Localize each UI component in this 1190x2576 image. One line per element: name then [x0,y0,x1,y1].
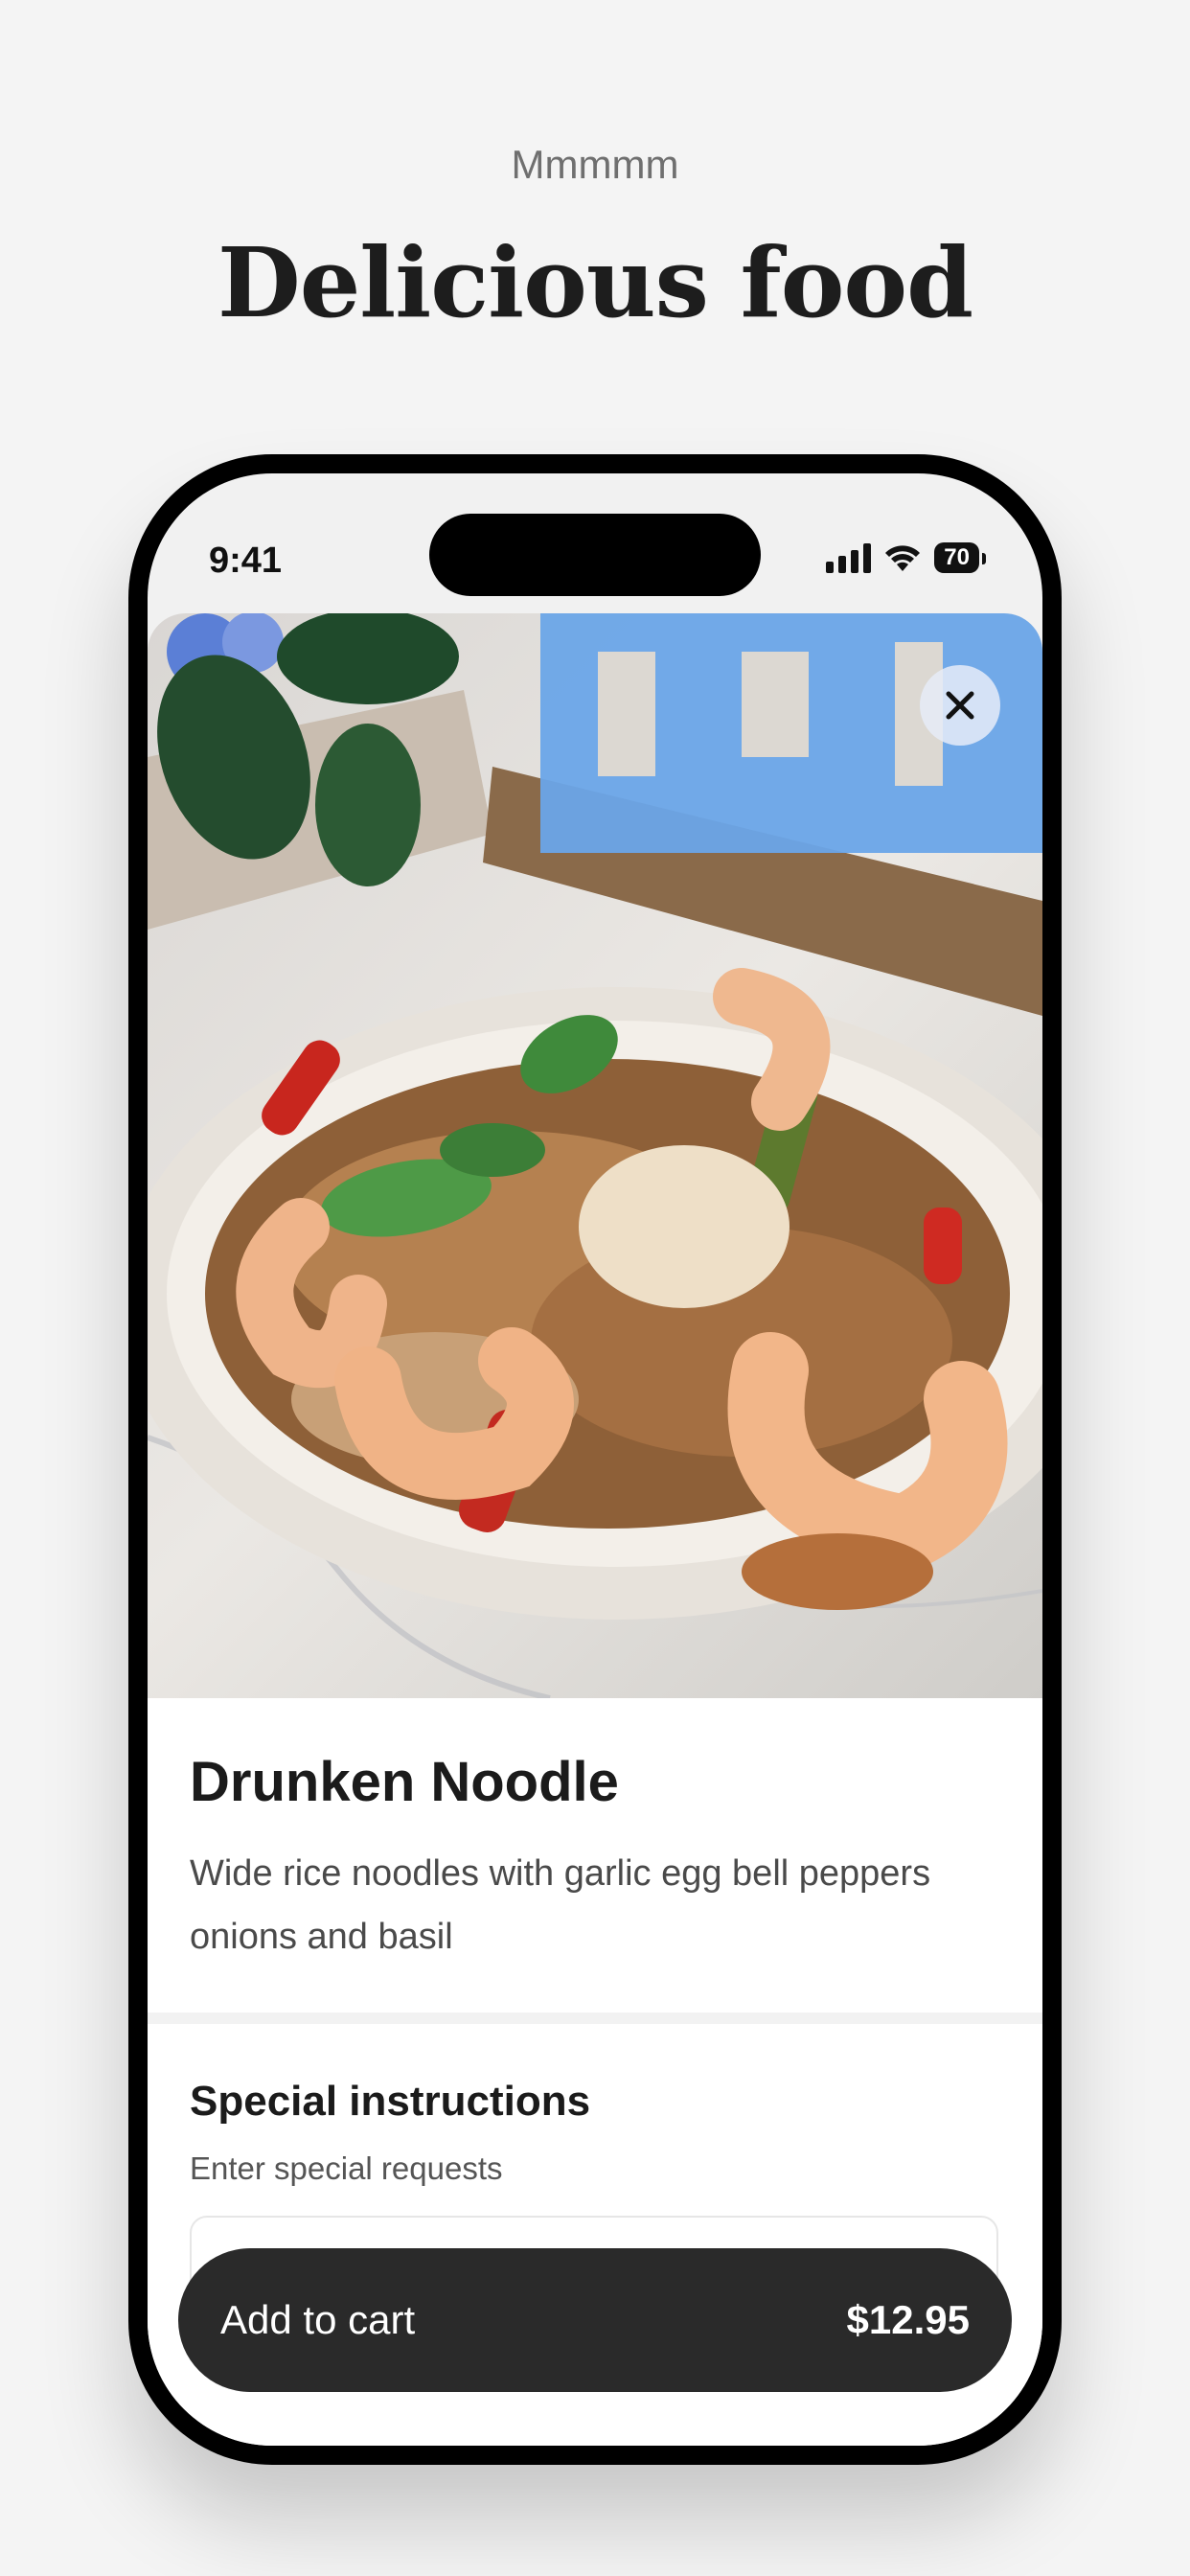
status-time: 9:41 [209,540,283,581]
close-button[interactable] [920,665,1000,746]
section-divider [148,2012,1042,2024]
cellular-signal-icon [826,542,872,573]
item-description: Wide rice noodles with garlic egg bell p… [190,1853,931,1957]
special-instructions-subtitle: Enter special requests [190,2150,503,2186]
add-to-cart-label: Add to cart [220,2297,416,2342]
wifi-icon [885,545,921,571]
battery-icon: 70 [934,542,986,573]
status-icons: 70 [826,542,986,573]
item-title: Drunken Noodle [190,1751,619,1813]
close-icon [946,691,974,720]
phone-screen: 9:41 70 Drunken Noodle Wide rice noodles… [148,473,1042,2446]
dynamic-island [429,514,761,596]
special-instructions-title: Special instructions [190,2078,591,2125]
add-to-cart-button[interactable]: Add to cart $12.95 [178,2248,1012,2392]
eyebrow-text: Mmmmm [511,142,679,187]
cart-price: $12.95 [846,2297,970,2342]
dish-illustration [148,613,1042,1698]
headline: Delicious food [217,226,973,339]
dish-photo [148,613,1042,1698]
phone-frame: 9:41 70 Drunken Noodle Wide rice noodles… [128,454,1062,2465]
